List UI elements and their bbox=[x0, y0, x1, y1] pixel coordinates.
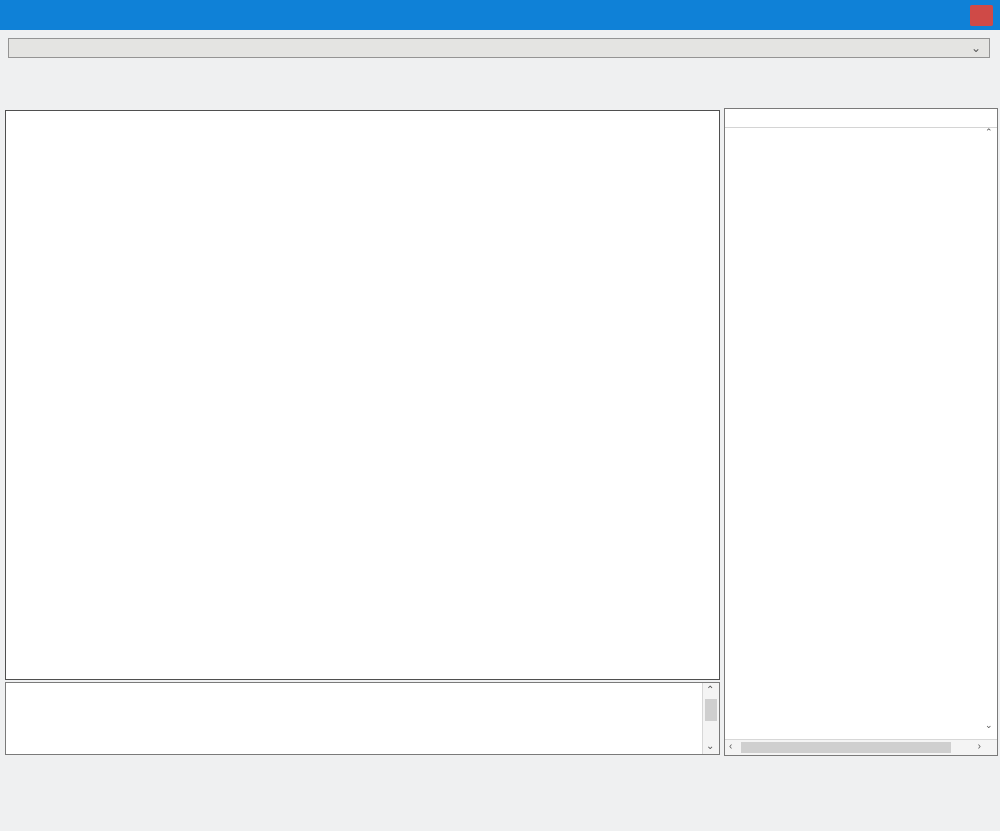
scroll-down-icon[interactable]: ⌄ bbox=[985, 720, 993, 731]
horizontal-scroll-thumb[interactable] bbox=[741, 742, 951, 753]
scroll-right-icon[interactable]: › bbox=[978, 741, 981, 752]
title-bar bbox=[0, 0, 1000, 30]
scroll-up-icon[interactable]: ⌃ bbox=[985, 127, 993, 138]
scroll-down-icon[interactable]: ⌄ bbox=[706, 741, 714, 752]
tolerance-text bbox=[12, 686, 697, 831]
property-grid-header bbox=[725, 109, 997, 128]
view-selector-dropdown[interactable]: ⌄ bbox=[8, 38, 990, 58]
scroll-up-icon[interactable]: ⌃ bbox=[706, 685, 714, 696]
property-grid-vertical-scrollbar[interactable]: ⌃ ⌄ bbox=[984, 127, 997, 735]
gear-meshing-canvas[interactable] bbox=[5, 110, 720, 680]
scroll-left-icon[interactable]: ‹ bbox=[729, 741, 732, 752]
text-panel-scrollbar[interactable]: ⌃ ⌄ bbox=[702, 683, 719, 754]
result-text-panel: ⌃ ⌄ bbox=[5, 682, 720, 755]
chevron-down-icon: ⌄ bbox=[971, 39, 981, 58]
property-grid-horizontal-scrollbar[interactable]: ‹ › bbox=[725, 739, 997, 755]
vertical-scroll-thumb[interactable] bbox=[705, 699, 717, 721]
close-icon[interactable] bbox=[970, 5, 993, 26]
property-panel: ⌃ ⌄ ‹ › bbox=[724, 108, 998, 756]
